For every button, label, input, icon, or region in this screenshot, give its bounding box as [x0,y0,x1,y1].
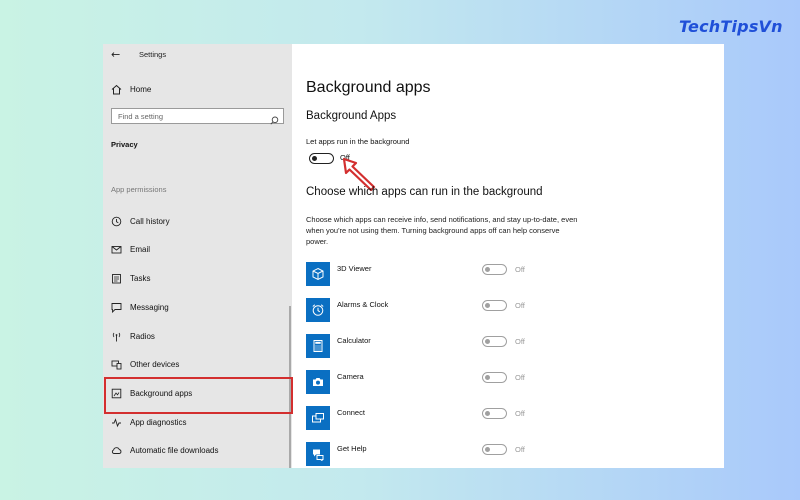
app-toggle[interactable] [482,336,507,347]
selection-highlight-box [104,377,293,414]
calculator-icon [306,334,330,358]
sidebar-item-label: Messaging [130,302,169,312]
sidebar-item-messaging[interactable]: Messaging [111,300,169,314]
messaging-icon [111,302,122,313]
radios-icon [111,331,122,342]
other-devices-icon [111,359,122,370]
toggle-knob [485,374,490,380]
sidebar-item-call-history[interactable]: Call history [111,214,170,228]
sidebar-item-label: Other devices [130,359,180,369]
title-bar: ← Settings [103,44,292,66]
sidebar-item-tasks[interactable]: Tasks [111,271,150,285]
help-chat-icon [306,442,330,466]
sidebar-item-label: App diagnostics [130,417,187,427]
page-title: Background apps [306,79,431,96]
alarm-clock-icon [306,298,330,322]
app-toggle-state: Off [515,409,525,418]
sidebar-item-label: Radios [130,331,155,341]
home-icon [111,84,122,95]
toggle-knob [485,410,490,416]
app-row-get-help: Get Help Off [306,442,706,466]
toggle-knob [485,266,490,272]
search-placeholder: Find a setting [118,112,164,121]
tasks-icon [111,273,122,284]
toggle-knob [312,155,317,161]
app-toggle-state: Off [515,373,525,382]
app-name: Connect [337,408,365,417]
app-row-calculator: Calculator Off [306,334,706,358]
window-title: Settings [139,50,167,59]
app-name: Alarms & Clock [337,300,389,309]
settings-window: ← Settings Home Find a setting Privacy A… [103,44,724,468]
app-toggle[interactable] [482,300,507,311]
app-name: Get Help [337,444,367,453]
app-toggle-state: Off [515,265,525,274]
app-toggle-state: Off [515,337,525,346]
app-toggle[interactable] [482,408,507,419]
app-row-camera: Camera Off [306,370,706,394]
app-toggle[interactable] [482,372,507,383]
app-toggle-state: Off [515,445,525,454]
brand-watermark: TechTipsVn [679,17,783,36]
cube-icon [306,262,330,286]
sidebar-item-label: Automatic file downloads [130,445,219,455]
background-apps-toggle[interactable] [309,153,334,164]
sidebar-item-other-devices[interactable]: Other devices [111,357,179,371]
call-history-icon [111,216,122,227]
sidebar-item-label: Call history [130,216,170,226]
toggle-knob [485,446,490,452]
app-toggle[interactable] [482,444,507,455]
toggle-knob [485,302,490,308]
app-name: Calculator [337,336,371,345]
category-title: Privacy [111,140,138,149]
sidebar-home[interactable]: Home [111,82,151,96]
app-row-connect: Connect Off [306,406,706,430]
app-toggle-state: Off [515,301,525,310]
app-diagnostics-icon [111,417,122,428]
sidebar-home-label: Home [130,84,152,94]
connect-icon [306,406,330,430]
background-toggle-label: Let apps run in the background [306,137,410,146]
email-icon [111,244,122,255]
main-content: Background apps Background Apps Let apps… [292,44,724,468]
search-input[interactable]: Find a setting [111,108,284,125]
sidebar-item-app-diagnostics[interactable]: App diagnostics [111,415,186,429]
sidebar-item-automatic-file-downloads[interactable]: Automatic file downloads [111,443,219,457]
choose-apps-description: Choose which apps can receive info, send… [306,215,578,246]
camera-icon [306,370,330,394]
sidebar-item-radios[interactable]: Radios [111,329,155,343]
app-row-3d-viewer: 3D Viewer Off [306,262,706,286]
sidebar-item-label: Tasks [130,273,151,283]
back-arrow-icon[interactable]: ← [111,48,120,61]
app-row-alarms-clock: Alarms & Clock Off [306,298,706,322]
sidebar-item-email[interactable]: Email [111,242,150,256]
toggle-knob [485,338,490,344]
choose-apps-title: Choose which apps can run in the backgro… [306,186,543,198]
search-icon[interactable] [270,112,279,125]
app-name: 3D Viewer [337,264,372,273]
app-name: Camera [337,372,364,381]
section-heading: App permissions [111,185,167,194]
cloud-download-icon [111,445,122,456]
section-title: Background Apps [306,110,397,122]
app-toggle[interactable] [482,264,507,275]
sidebar-item-label: Email [130,244,151,254]
